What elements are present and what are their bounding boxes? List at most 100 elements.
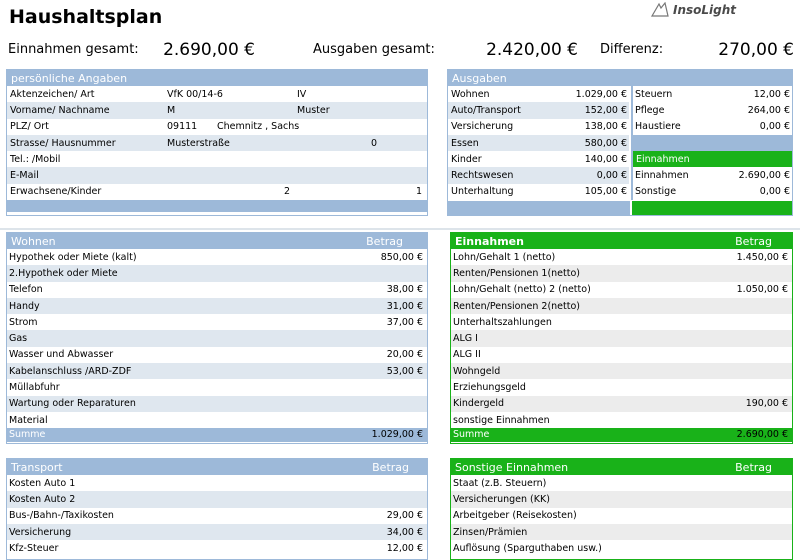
table-row[interactable]: Wohngeld: [451, 363, 792, 380]
table-row[interactable]: Wasser und Abwasser 20,00 €: [7, 347, 427, 363]
ausgaben-panel: Ausgaben Wohnen 1.029,00 € Auto/Transport…: [447, 69, 793, 216]
item-label: Pflege: [635, 104, 665, 116]
row-label: Versicherung: [9, 526, 72, 538]
list-item[interactable]: Rechtswesen 0,00 €: [448, 167, 629, 184]
personal-panel: persönliche Angaben Aktenzeichen/ Art VfK…: [6, 69, 428, 216]
row-value: 1.050,00 €: [736, 284, 788, 296]
row-label: Handy: [9, 300, 40, 312]
table-row[interactable]: Kosten Auto 1: [7, 475, 427, 491]
list-item[interactable]: Wohnen 1.029,00 €: [448, 86, 629, 102]
table-row[interactable]: Strom 37,00 €: [7, 314, 427, 330]
table-row[interactable]: Zinsen/Prämien: [451, 523, 792, 541]
table-row[interactable]: Kosten Auto 2: [7, 491, 427, 508]
item-label: Auto/Transport: [451, 104, 521, 116]
list-item[interactable]: Einnahmen 2.690,00 €: [633, 167, 792, 184]
row-value-2: Chemnitz , Sachs: [217, 121, 300, 133]
table-row[interactable]: Versicherung 34,00 €: [7, 523, 427, 541]
betrag-column-header: Betrag: [372, 460, 409, 474]
list-item[interactable]: Haustiere 0,00 €: [633, 118, 792, 135]
table-row[interactable]: Kabelanschluss /ARD-ZDF 53,00 €: [7, 363, 427, 380]
differenz-label: Differenz:: [600, 42, 664, 57]
table-row[interactable]: Wartung oder Reparaturen: [7, 395, 427, 412]
personal-row[interactable]: E-Mail: [7, 167, 427, 184]
table-row[interactable]: Kindergeld 190,00 €: [451, 395, 792, 412]
einnahmen-mini-header: Einnahmen: [633, 151, 792, 168]
item-label: Essen: [451, 137, 479, 149]
table-row[interactable]: Renten/Pensionen 2(netto): [451, 297, 792, 315]
transport-header: Transport Betrag: [7, 459, 427, 475]
einnahmen-header: Einnahmen Betrag: [451, 233, 792, 249]
personal-header: persönliche Angaben: [7, 70, 427, 86]
row-label: Aktenzeichen/ Art: [10, 88, 95, 100]
item-value: 105,00 €: [584, 186, 627, 198]
row-value: 34,00 €: [386, 526, 423, 538]
table-row[interactable]: ALG II: [451, 347, 792, 363]
item-value: 138,00 €: [584, 121, 627, 133]
table-row[interactable]: ALG I: [451, 330, 792, 347]
personal-row[interactable]: Erwachsene/Kinder 2 1: [7, 184, 427, 200]
list-item[interactable]: Essen 580,00 €: [448, 134, 629, 152]
item-label: Sonstige: [635, 186, 677, 198]
row-label: Kabelanschluss /ARD-ZDF: [9, 365, 132, 377]
personal-row[interactable]: Tel.: /Mobil: [7, 151, 427, 167]
sum-value: 1.029,00 €: [371, 429, 423, 441]
personal-row[interactable]: Strasse/ Hausnummer Musterstraße 0: [7, 134, 427, 152]
personal-row[interactable]: Aktenzeichen/ Art VfK 00/14-6 IV: [7, 86, 427, 102]
list-item[interactable]: Kinder 140,00 €: [448, 151, 629, 167]
item-label: Wohnen: [451, 88, 490, 100]
row-label: Arbeitgeber (Reisekosten): [453, 510, 577, 522]
table-row[interactable]: Material: [7, 412, 427, 428]
table-row[interactable]: Renten/Pensionen 1(netto): [451, 265, 792, 282]
ausgaben-left-list: Wohnen 1.029,00 € Auto/Transport 152,00 € …: [448, 86, 629, 200]
row-value: 53,00 €: [386, 365, 423, 377]
table-row[interactable]: Arbeitgeber (Reisekosten): [451, 508, 792, 524]
table-row[interactable]: Lohn/Gehalt (netto) 2 (netto) 1.050,00 €: [451, 282, 792, 298]
ausgaben-left-footer: [448, 201, 630, 215]
logo-text: InsoLight: [673, 3, 737, 17]
personal-row[interactable]: PLZ/ Ort 09111 Chemnitz , Sachs: [7, 119, 427, 135]
table-row[interactable]: 2.Hypothek oder Miete: [7, 265, 427, 282]
row-value: 12,00 €: [386, 542, 423, 554]
list-item[interactable]: Auto/Transport 152,00 €: [448, 102, 629, 119]
row-value-2: 0: [371, 137, 378, 149]
table-row[interactable]: Lohn/Gehalt 1 (netto) 1.450,00 €: [451, 249, 792, 265]
list-item[interactable]: Sonstige 0,00 €: [633, 183, 792, 201]
row-label: Wohngeld: [453, 365, 501, 377]
list-item[interactable]: Versicherung 138,00 €: [448, 119, 629, 135]
table-row[interactable]: Auflösung (Sparguthaben usw.): [451, 540, 792, 556]
page-title: Haushaltsplan: [9, 6, 163, 28]
ausgaben-gesamt-value: 2.420,00 €: [486, 40, 578, 60]
row-label: PLZ/ Ort: [10, 121, 49, 133]
table-row[interactable]: Bus-/Bahn-/Taxikosten 29,00 €: [7, 508, 427, 524]
list-item[interactable]: Steuern 12,00 €: [633, 86, 792, 103]
table-row[interactable]: Staat (z.B. Steuern): [451, 475, 792, 491]
table-row[interactable]: Erziehungsgeld: [451, 379, 792, 395]
table-row[interactable]: Unterhaltszahlungen: [451, 314, 792, 330]
item-label: Versicherung: [451, 121, 514, 133]
row-label: ALG II: [453, 349, 481, 361]
table-row[interactable]: sonstige Einnahmen: [451, 412, 792, 428]
item-value: 0,00 €: [759, 121, 790, 133]
row-value-2: 1: [416, 186, 423, 198]
row-value: 1.450,00 €: [736, 251, 788, 263]
row-label: Bus-/Bahn-/Taxikosten: [9, 510, 114, 522]
table-row[interactable]: Versicherungen (KK): [451, 491, 792, 508]
table-row[interactable]: Hypothek oder Miete (kalt) 850,00 €: [7, 249, 427, 265]
personal-footer: [7, 200, 427, 213]
logo-icon: [651, 2, 669, 17]
list-item[interactable]: Pflege 264,00 €: [633, 102, 792, 119]
item-label: Unterhaltung: [451, 186, 514, 198]
table-row[interactable]: Handy 31,00 €: [7, 297, 427, 315]
table-row[interactable]: Gas: [7, 330, 427, 347]
item-value: 264,00 €: [747, 104, 790, 116]
row-label: Erwachsene/Kinder: [10, 186, 102, 198]
logo: InsoLight: [651, 0, 791, 20]
table-row[interactable]: Kfz-Steuer 12,00 €: [7, 540, 427, 556]
row-value: 2: [284, 186, 291, 198]
item-value: 152,00 €: [584, 104, 627, 116]
list-item[interactable]: Unterhaltung 105,00 €: [448, 184, 629, 200]
table-row[interactable]: Müllabfuhr: [7, 379, 427, 395]
personal-row[interactable]: Vorname/ Nachname M Muster: [7, 102, 427, 119]
table-row[interactable]: Telefon 38,00 €: [7, 282, 427, 298]
row-value: 37,00 €: [386, 316, 423, 328]
